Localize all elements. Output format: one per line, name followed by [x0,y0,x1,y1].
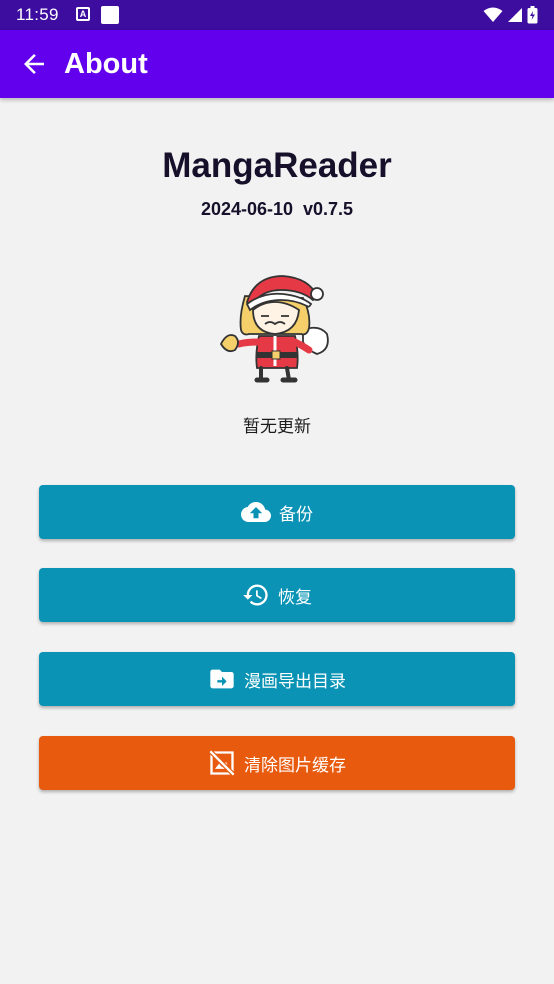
update-status: 暂无更新 [243,417,311,436]
backup-button-label: 备份 [279,504,313,524]
status-icons [483,6,538,24]
export-directory-button[interactable]: 漫画导出目录 [39,652,515,706]
restore-button[interactable]: 恢复 [39,568,515,622]
clear-image-cache-button[interactable]: 清除图片缓存 [39,736,515,790]
clear-image-cache-button-label: 清除图片缓存 [244,755,346,775]
backup-button[interactable]: 备份 [39,485,515,539]
hide-image-icon [208,749,236,777]
app-bar: About [0,30,554,98]
page-title: About [64,48,148,80]
arrow-back-icon [24,54,44,74]
wifi-icon [483,7,503,22]
notification-square-icon [101,6,119,24]
history-icon [243,584,268,606]
restore-button-label: 恢复 [278,587,312,607]
version-info: 2024-06-10 v0.7.5 [200,199,354,219]
status-time: 11:59 [16,5,59,24]
app-name: MangaReader [162,146,392,185]
notification-a-icon: A [76,7,90,21]
signal-icon [508,8,522,22]
about-content: MangaReader 2024-06-10 v0.7.5 暂无更新 备份 恢复… [0,98,554,984]
export-directory-button-label: 漫画导出目录 [244,671,346,691]
cloud-upload-icon [241,502,271,522]
back-button[interactable] [14,46,54,82]
folder-export-icon [210,669,234,689]
santa-mascot-image [219,275,329,383]
battery-icon [527,6,538,24]
status-bar: 11:59 A [0,0,554,30]
